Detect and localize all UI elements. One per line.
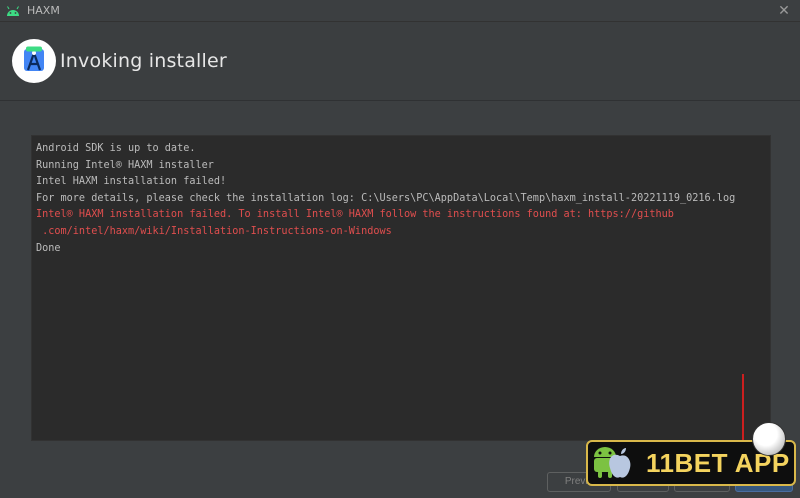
android-studio-icon: [24, 46, 44, 71]
divider: [0, 100, 800, 116]
log-lines: Android SDK is up to date. Running Intel…: [32, 136, 770, 257]
soccer-ball-icon: [752, 422, 786, 456]
log-line: Intel HAXM installation failed!: [36, 176, 227, 188]
android-studio-logo: [12, 39, 56, 83]
log-line: Android SDK is up to date.: [36, 143, 196, 154]
page-title: Invoking installer: [60, 50, 227, 72]
log-line-error: Intel® HAXM installation failed. To inst…: [36, 209, 674, 221]
log-line: For more details, please check the insta…: [36, 192, 736, 204]
log-line: Running Intel® HAXM installer: [36, 159, 214, 171]
installer-log[interactable]: Android SDK is up to date. Running Intel…: [31, 135, 771, 441]
log-line-error: .com/intel/haxm/wiki/Installation-Instru…: [36, 225, 392, 237]
close-icon[interactable]: ✕: [776, 3, 792, 19]
window-title: HAXM: [27, 3, 60, 17]
title-bar: HAXM ✕: [0, 0, 800, 22]
wizard-header: Invoking installer: [0, 22, 800, 100]
log-line: Done: [36, 242, 61, 254]
android-icon: [7, 5, 19, 16]
apple-icon: [609, 448, 631, 478]
